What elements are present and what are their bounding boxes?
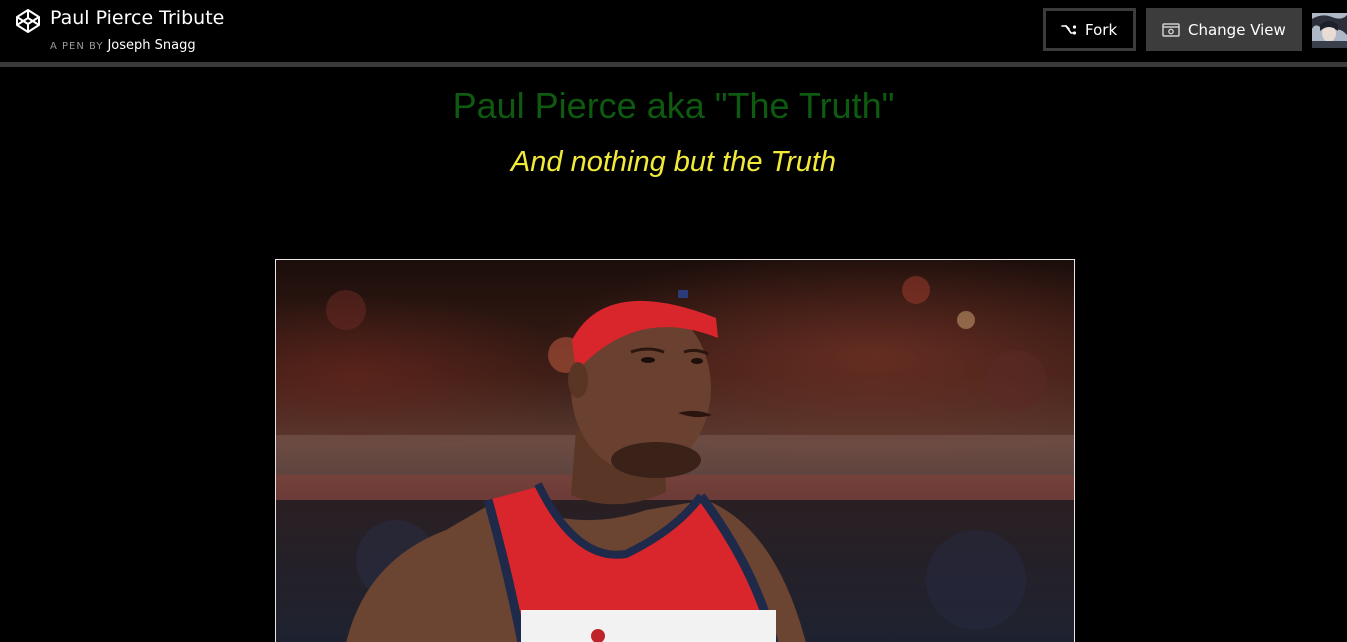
header-divider [0,62,1347,67]
fork-button[interactable]: Fork [1043,8,1136,51]
page-subheadline: And nothing but the Truth [510,146,837,178]
header-bar: Paul Pierce Tribute A PEN BY Joseph Snagg… [0,0,1347,62]
fork-icon [1061,23,1077,37]
fork-label: Fork [1085,20,1118,39]
change-view-label: Change View [1188,20,1286,39]
codepen-logo-icon[interactable] [14,7,42,35]
change-view-icon [1162,22,1180,37]
byline-prefix: A PEN BY [50,41,104,52]
page-headline: Paul Pierce aka "The Truth" [452,85,895,126]
pen-title[interactable]: Paul Pierce Tribute [50,6,224,30]
user-avatar[interactable] [1312,13,1347,48]
pen-byline: A PEN BY Joseph Snagg [50,36,196,55]
change-view-button[interactable]: Change View [1146,8,1302,51]
author-link[interactable]: Joseph Snagg [107,38,195,53]
tribute-photo [275,259,1075,642]
